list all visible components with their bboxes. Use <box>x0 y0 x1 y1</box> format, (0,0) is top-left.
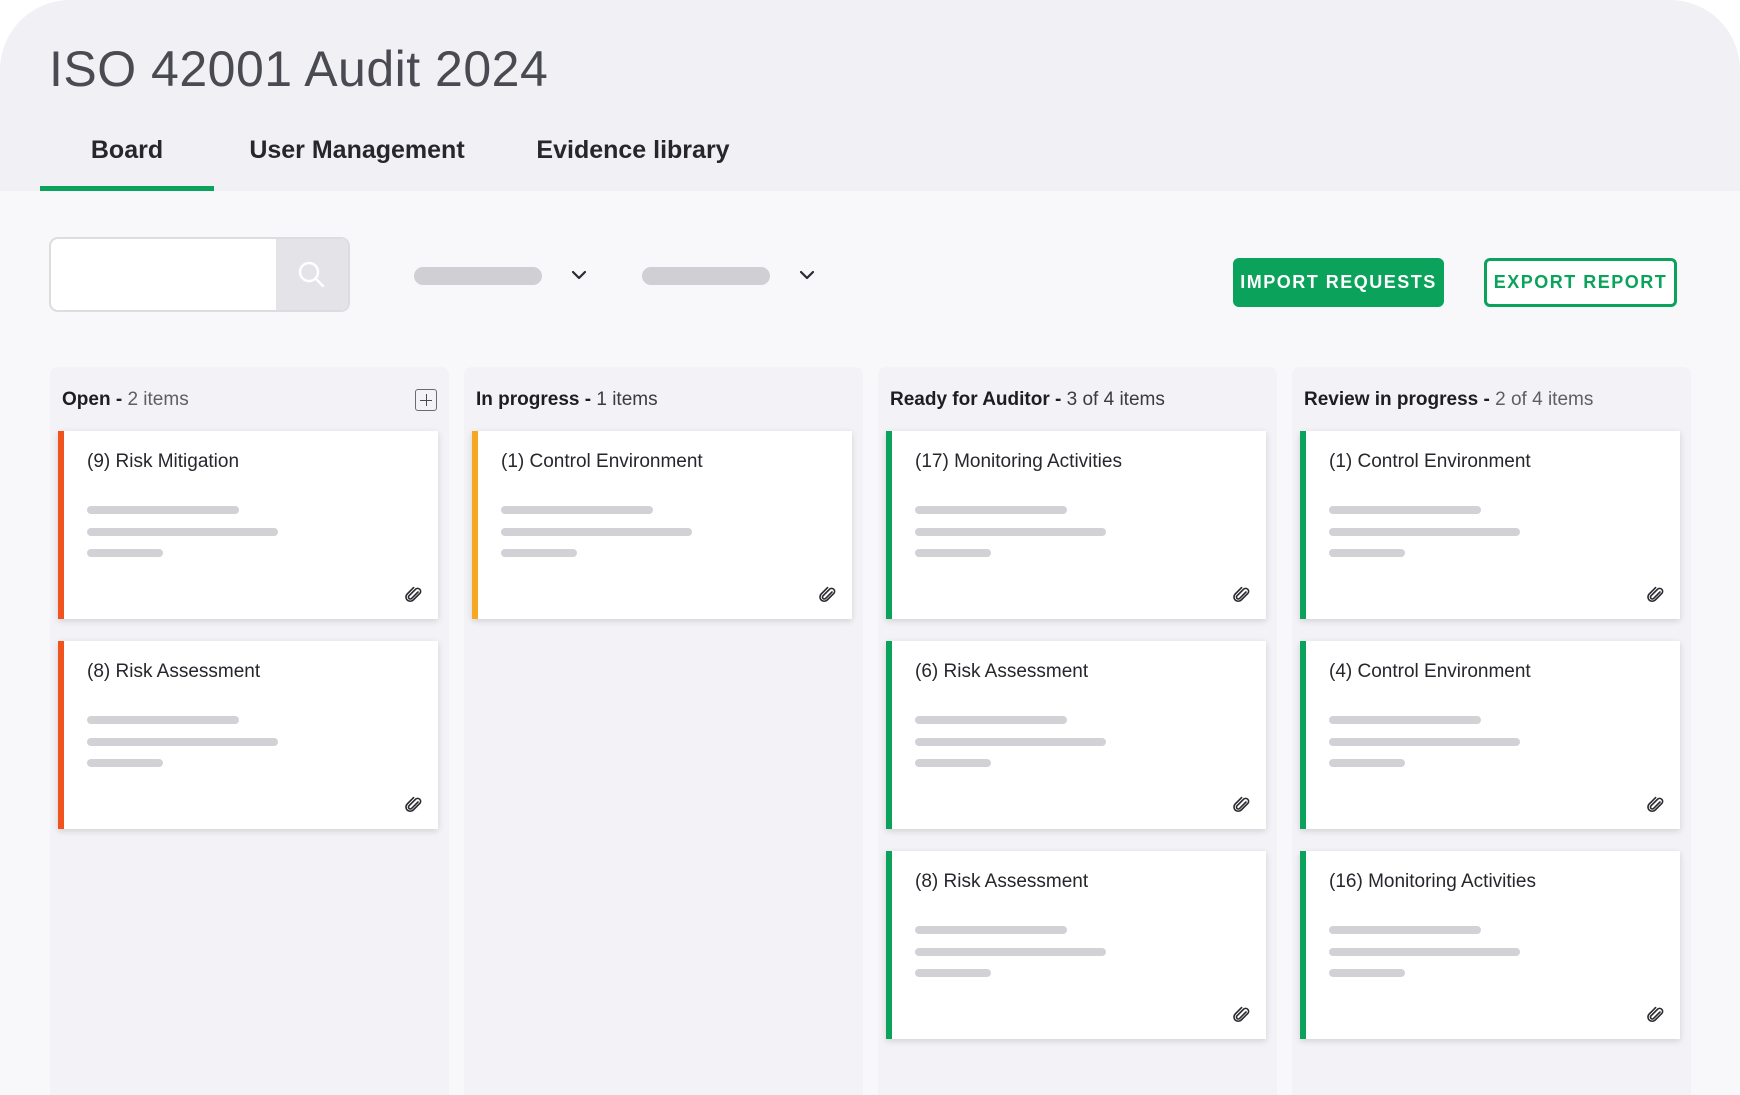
paperclip-icon <box>1647 586 1664 603</box>
text-placeholder <box>501 528 692 536</box>
text-placeholder <box>501 549 577 557</box>
text-placeholder <box>1329 759 1405 767</box>
text-placeholder <box>87 528 278 536</box>
column-header: Ready for Auditor - 3 of 4 items <box>890 389 1165 411</box>
column-count: 2 of 4 items <box>1495 389 1594 410</box>
card-title: (8) Risk Assessment <box>915 871 1089 892</box>
board-column-open: Open - 2 items (9) Risk Mitigation (8) R… <box>50 367 449 1095</box>
text-placeholder <box>87 716 239 724</box>
search-box <box>49 237 350 312</box>
text-placeholder <box>915 549 991 557</box>
paperclip-icon <box>1233 796 1250 813</box>
card-title: (9) Risk Mitigation <box>87 451 240 472</box>
text-placeholder <box>915 759 991 767</box>
paperclip-icon <box>1647 796 1664 813</box>
text-placeholder <box>915 948 1106 956</box>
search-button[interactable] <box>276 239 348 310</box>
text-placeholder <box>915 506 1067 514</box>
task-card[interactable]: (6) Risk Assessment <box>886 641 1266 829</box>
board-column-in-progress: In progress - 1 items (1) Control Enviro… <box>464 367 863 1095</box>
column-header: Open - 2 items <box>62 389 189 411</box>
chevron-down-icon <box>799 270 815 280</box>
board-column-review-in-progress: Review in progress - 2 of 4 items (1) Co… <box>1292 367 1691 1095</box>
tab-label: Board <box>90 136 164 164</box>
text-placeholder <box>915 716 1067 724</box>
paperclip-icon <box>819 586 836 603</box>
task-card[interactable]: (1) Control Environment <box>1300 431 1680 619</box>
column-count: 2 items <box>127 389 189 410</box>
chevron-down-icon <box>571 270 587 280</box>
text-placeholder <box>1329 528 1520 536</box>
tab-board[interactable]: Board <box>40 136 214 191</box>
column-header: Review in progress - 2 of 4 items <box>1304 389 1593 411</box>
column-header: In progress - 1 items <box>476 389 658 411</box>
add-card-button[interactable] <box>415 389 437 411</box>
tab-label: Evidence library <box>536 136 730 164</box>
search-icon <box>298 261 325 287</box>
column-title: In progress - <box>476 389 592 410</box>
text-placeholder <box>915 926 1067 934</box>
card-title: (17) Monitoring Activities <box>915 451 1122 472</box>
export-report-button[interactable]: EXPORT REPORT <box>1484 258 1677 307</box>
text-placeholder <box>1329 549 1405 557</box>
paperclip-icon <box>1233 1006 1250 1023</box>
paperclip-icon <box>405 586 422 603</box>
search-input[interactable] <box>51 239 278 310</box>
card-title: (6) Risk Assessment <box>915 661 1089 682</box>
text-placeholder <box>87 549 163 557</box>
text-placeholder <box>1329 506 1481 514</box>
filter-dropdown-1[interactable] <box>414 264 594 288</box>
app-window: ISO 42001 Audit 2024 Board User Manageme… <box>0 0 1740 1095</box>
text-placeholder <box>915 738 1106 746</box>
tab-label: User Management <box>249 136 465 164</box>
task-card[interactable]: (4) Control Environment <box>1300 641 1680 829</box>
text-placeholder <box>501 506 653 514</box>
task-card[interactable]: (16) Monitoring Activities <box>1300 851 1680 1039</box>
paperclip-icon <box>1233 586 1250 603</box>
task-card[interactable]: (17) Monitoring Activities <box>886 431 1266 619</box>
task-card[interactable]: (1) Control Environment <box>472 431 852 619</box>
task-card[interactable]: (8) Risk Assessment <box>58 641 438 829</box>
task-card[interactable]: (9) Risk Mitigation <box>58 431 438 619</box>
filter-dropdown-2[interactable] <box>642 264 822 288</box>
card-title: (1) Control Environment <box>501 451 703 472</box>
card-title: (4) Control Environment <box>1329 661 1531 682</box>
filter-placeholder <box>642 267 770 285</box>
paperclip-icon <box>405 796 422 813</box>
tab-user-management[interactable]: User Management <box>238 136 476 191</box>
page-header: ISO 42001 Audit 2024 Board User Manageme… <box>0 0 1740 191</box>
tab-evidence-library[interactable]: Evidence library <box>530 136 736 191</box>
column-title: Review in progress - <box>1304 389 1490 410</box>
text-placeholder <box>87 759 163 767</box>
task-card[interactable]: (8) Risk Assessment <box>886 851 1266 1039</box>
text-placeholder <box>87 738 278 746</box>
text-placeholder <box>1329 948 1520 956</box>
text-placeholder <box>915 969 991 977</box>
text-placeholder <box>915 528 1106 536</box>
column-title: Ready for Auditor - <box>890 389 1062 410</box>
card-title: (1) Control Environment <box>1329 451 1531 472</box>
text-placeholder <box>1329 926 1481 934</box>
board-column-ready-for-auditor: Ready for Auditor - 3 of 4 items (17) Mo… <box>878 367 1277 1095</box>
text-placeholder <box>1329 716 1481 724</box>
text-placeholder <box>1329 738 1520 746</box>
card-title: (8) Risk Assessment <box>87 661 261 682</box>
column-count: 3 of 4 items <box>1066 389 1165 410</box>
card-title: (16) Monitoring Activities <box>1329 871 1536 892</box>
column-count: 1 items <box>596 389 658 410</box>
page-title: ISO 42001 Audit 2024 <box>49 41 549 97</box>
import-requests-button[interactable]: IMPORT REQUESTS <box>1233 258 1444 307</box>
filter-placeholder <box>414 267 542 285</box>
column-title: Open - <box>62 389 123 410</box>
paperclip-icon <box>1647 1006 1664 1023</box>
text-placeholder <box>87 506 239 514</box>
text-placeholder <box>1329 969 1405 977</box>
